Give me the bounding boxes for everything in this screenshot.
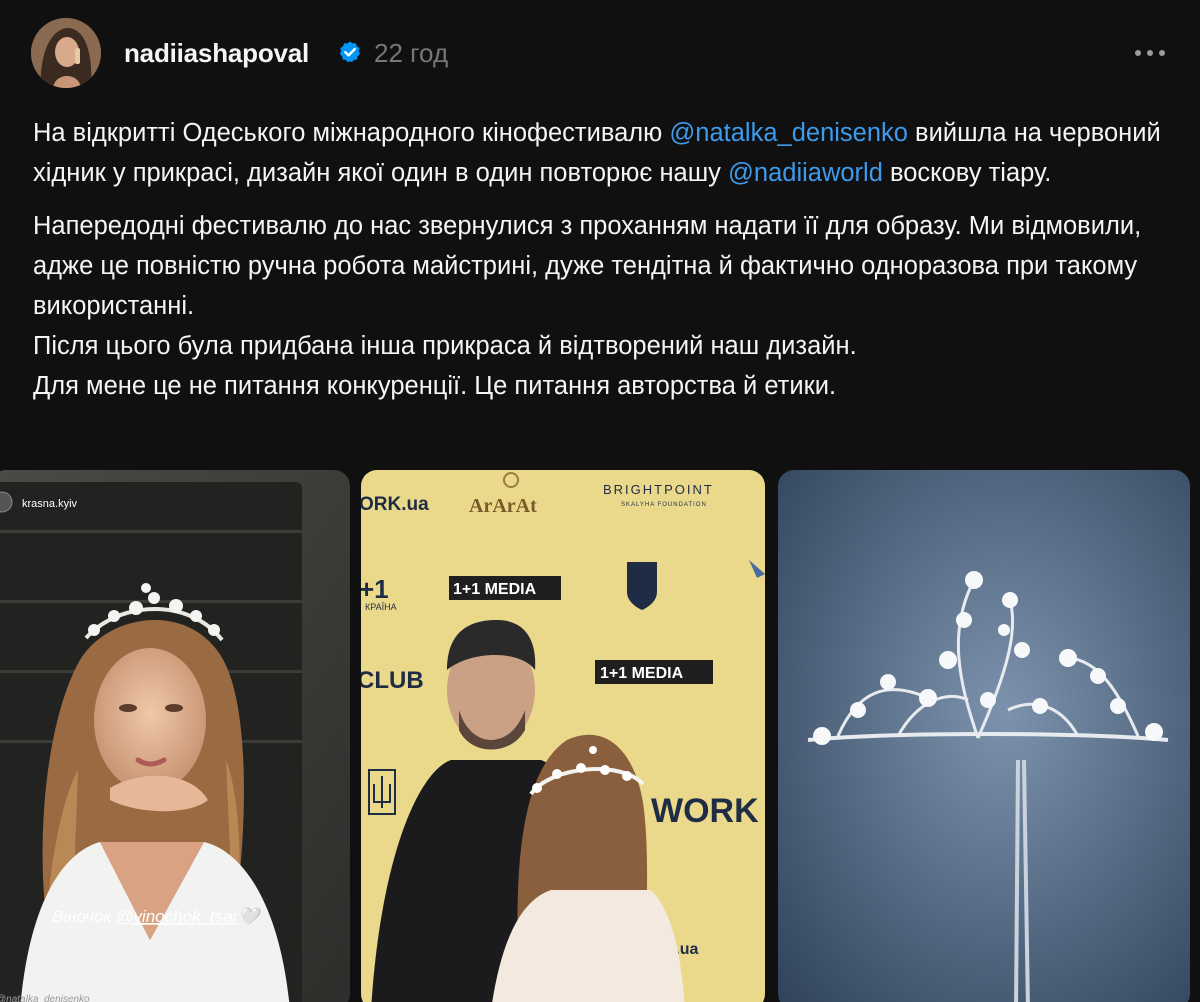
text-line: Напередодні фестивалю до нас звернулися … <box>33 212 1142 320</box>
logo-work: ORK.ua <box>361 494 429 515</box>
logo-1plus1-sub: КРАЇНА <box>365 602 397 612</box>
logo-brightpoint-sub: SKALYHA FOUNDATION <box>621 502 707 508</box>
logo-brightpoint: BRIGHTPOINT <box>603 482 714 497</box>
gallery-image-3[interactable] <box>778 470 1190 1002</box>
logo-1plus1: +1 <box>361 574 389 604</box>
text-segment: На відкритті Одеського міжнародного кіно… <box>33 119 670 147</box>
gallery-image-1[interactable]: krasna.kyiv Віночок @vinochok_tsar🤍 @nat… <box>0 470 350 1002</box>
dot-icon <box>1159 50 1165 56</box>
logo-club: CLUB <box>361 667 424 694</box>
post-time[interactable]: 22 год <box>374 36 448 70</box>
mention-link[interactable]: @natalka_denisenko <box>669 119 908 147</box>
caption-heart: 🤍 <box>237 907 263 926</box>
post-paragraph-1: На відкритті Одеського міжнародного кіно… <box>33 113 1183 193</box>
story-caption: Віночок @vinochok_tsar🤍 <box>52 907 263 926</box>
caption-mention: @vinochok_tsar <box>116 907 239 926</box>
more-options-button[interactable] <box>1128 38 1172 68</box>
text-segment: воскову тіару. <box>882 159 1052 187</box>
verified-badge-icon <box>339 41 360 63</box>
logo-ararat: ArArAt <box>469 495 537 517</box>
dot-icon <box>1147 50 1153 56</box>
text-line: Після цього була придбана інша прикраса … <box>33 332 857 360</box>
logo-media-2: 1+1 MEDIA <box>600 665 684 682</box>
story-account-name: krasna.kyiv <box>22 498 78 510</box>
post-paragraph-2: Напередодні фестивалю до нас звернулися … <box>33 206 1183 406</box>
username[interactable]: nadiiashapoval <box>124 36 309 70</box>
watermark: @natalka_denisenko <box>0 994 90 1002</box>
text-line: Для мене це не питання конкуренції. Це п… <box>33 372 837 400</box>
image-gallery: krasna.kyiv Віночок @vinochok_tsar🤍 @nat… <box>0 470 1200 1002</box>
mention-link[interactable]: @nadiiaworld <box>728 159 883 187</box>
logo-media-1: 1+1 MEDIA <box>453 581 537 598</box>
caption-prefix: Віночок <box>52 907 116 926</box>
avatar[interactable] <box>31 18 101 88</box>
threads-post: nadiiashapoval 22 год На відкритті Одесь… <box>0 0 1200 1002</box>
logo-work-2: WORK <box>651 792 759 830</box>
dot-icon <box>1135 50 1141 56</box>
gallery-image-2[interactable]: ORK.ua ArArAt BRIGHTPOINT SKALYHA FOUNDA… <box>361 470 765 1002</box>
post-text: На відкритті Одеського міжнародного кіно… <box>33 113 1183 406</box>
